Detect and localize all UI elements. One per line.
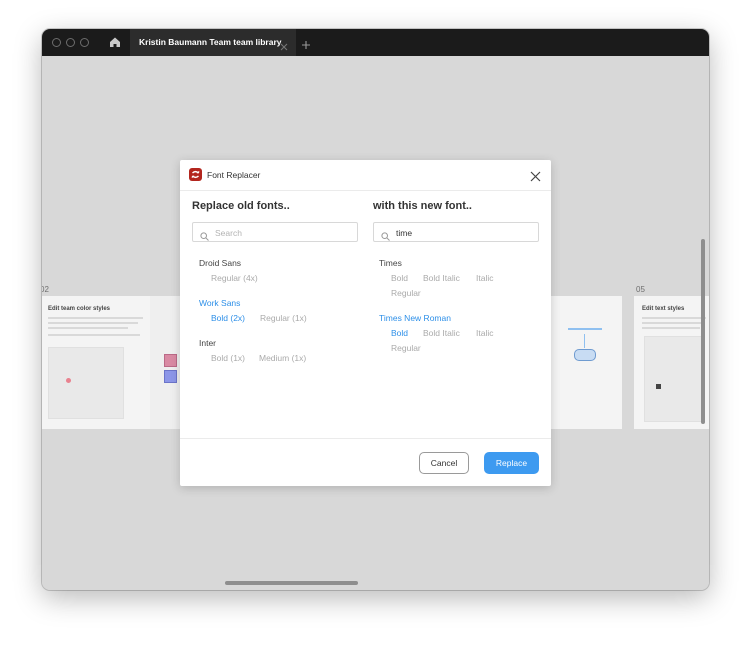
new-font-style[interactable]: Italic bbox=[476, 273, 493, 283]
tab-file[interactable]: Kristin Baumann Team team library bbox=[130, 29, 296, 56]
frame-text-line bbox=[48, 334, 140, 336]
color-swatch bbox=[164, 370, 177, 383]
frame-card[interactable] bbox=[551, 296, 622, 429]
frame-text-line bbox=[48, 317, 143, 319]
vertical-scrollbar[interactable] bbox=[701, 239, 705, 424]
dialog-title: Font Replacer bbox=[207, 170, 261, 180]
frame-side-area bbox=[150, 296, 180, 429]
new-font-search[interactable] bbox=[373, 222, 539, 242]
connector-line bbox=[584, 334, 585, 348]
font-replacer-logo-icon bbox=[189, 168, 202, 181]
search-icon bbox=[200, 228, 209, 241]
tab-title: Kristin Baumann Team team library bbox=[139, 37, 282, 47]
old-font-family[interactable]: Droid Sans bbox=[199, 258, 241, 268]
new-font-style-selected[interactable]: Bold bbox=[391, 328, 408, 338]
new-font-search-input[interactable] bbox=[396, 226, 532, 239]
node-shape bbox=[574, 349, 596, 361]
search-icon bbox=[381, 228, 390, 241]
new-font-family[interactable]: Times bbox=[379, 258, 402, 268]
horizontal-scrollbar[interactable] bbox=[225, 581, 358, 585]
close-icon[interactable] bbox=[280, 38, 288, 51]
close-icon[interactable] bbox=[530, 169, 541, 182]
color-swatch bbox=[164, 354, 177, 367]
home-icon[interactable] bbox=[108, 35, 122, 49]
frame-heading: Edit text styles bbox=[642, 306, 685, 312]
old-font-search[interactable] bbox=[192, 222, 358, 242]
frame-label: 02 bbox=[42, 285, 49, 294]
frame-panel-preview bbox=[644, 336, 703, 422]
window-minimize-control[interactable] bbox=[66, 38, 75, 47]
plus-icon[interactable] bbox=[301, 37, 311, 49]
new-font-style[interactable]: Bold Italic bbox=[423, 328, 460, 338]
frame-text-line bbox=[568, 328, 602, 330]
footer-divider bbox=[180, 438, 551, 439]
old-font-family-selected[interactable]: Work Sans bbox=[199, 298, 240, 308]
old-fonts-heading: Replace old fonts.. bbox=[192, 200, 290, 212]
window-zoom-control[interactable] bbox=[80, 38, 89, 47]
frame-text-line bbox=[48, 322, 138, 324]
new-font-family-selected[interactable]: Times New Roman bbox=[379, 313, 451, 323]
old-font-style-selected[interactable]: Bold (2x) bbox=[211, 313, 245, 323]
old-font-family[interactable]: Inter bbox=[199, 338, 216, 348]
old-font-style[interactable]: Regular (4x) bbox=[211, 273, 258, 283]
old-font-search-input[interactable] bbox=[215, 226, 351, 239]
frame-text-line bbox=[48, 327, 128, 329]
frame-label: 05 bbox=[636, 285, 645, 294]
frame-text-line bbox=[642, 317, 706, 319]
new-font-style[interactable]: Bold bbox=[391, 273, 408, 283]
old-font-style[interactable]: Medium (1x) bbox=[259, 353, 306, 363]
frame-card[interactable]: Edit text styles bbox=[634, 296, 709, 429]
frame-heading: Edit team color styles bbox=[48, 306, 111, 312]
new-font-style[interactable]: Bold Italic bbox=[423, 273, 460, 283]
new-font-style[interactable]: Regular bbox=[391, 343, 421, 353]
old-font-style[interactable]: Regular (1x) bbox=[260, 313, 307, 323]
font-replacer-dialog: Font Replacer Replace old fonts.. Droid … bbox=[180, 160, 551, 486]
frame-panel-preview bbox=[48, 347, 124, 419]
window-close-control[interactable] bbox=[52, 38, 61, 47]
frame-text-line bbox=[642, 322, 702, 324]
new-font-style[interactable]: Regular bbox=[391, 288, 421, 298]
color-swatch bbox=[656, 384, 661, 389]
cancel-button[interactable]: Cancel bbox=[419, 452, 469, 474]
frame-text-line bbox=[642, 327, 700, 329]
dialog-header: Font Replacer bbox=[180, 160, 551, 191]
title-bar: Kristin Baumann Team team library bbox=[42, 29, 709, 56]
old-font-style[interactable]: Bold (1x) bbox=[211, 353, 245, 363]
replace-button[interactable]: Replace bbox=[484, 452, 539, 474]
new-font-heading: with this new font.. bbox=[373, 200, 472, 212]
color-swatch bbox=[66, 378, 71, 383]
new-font-style[interactable]: Italic bbox=[476, 328, 493, 338]
